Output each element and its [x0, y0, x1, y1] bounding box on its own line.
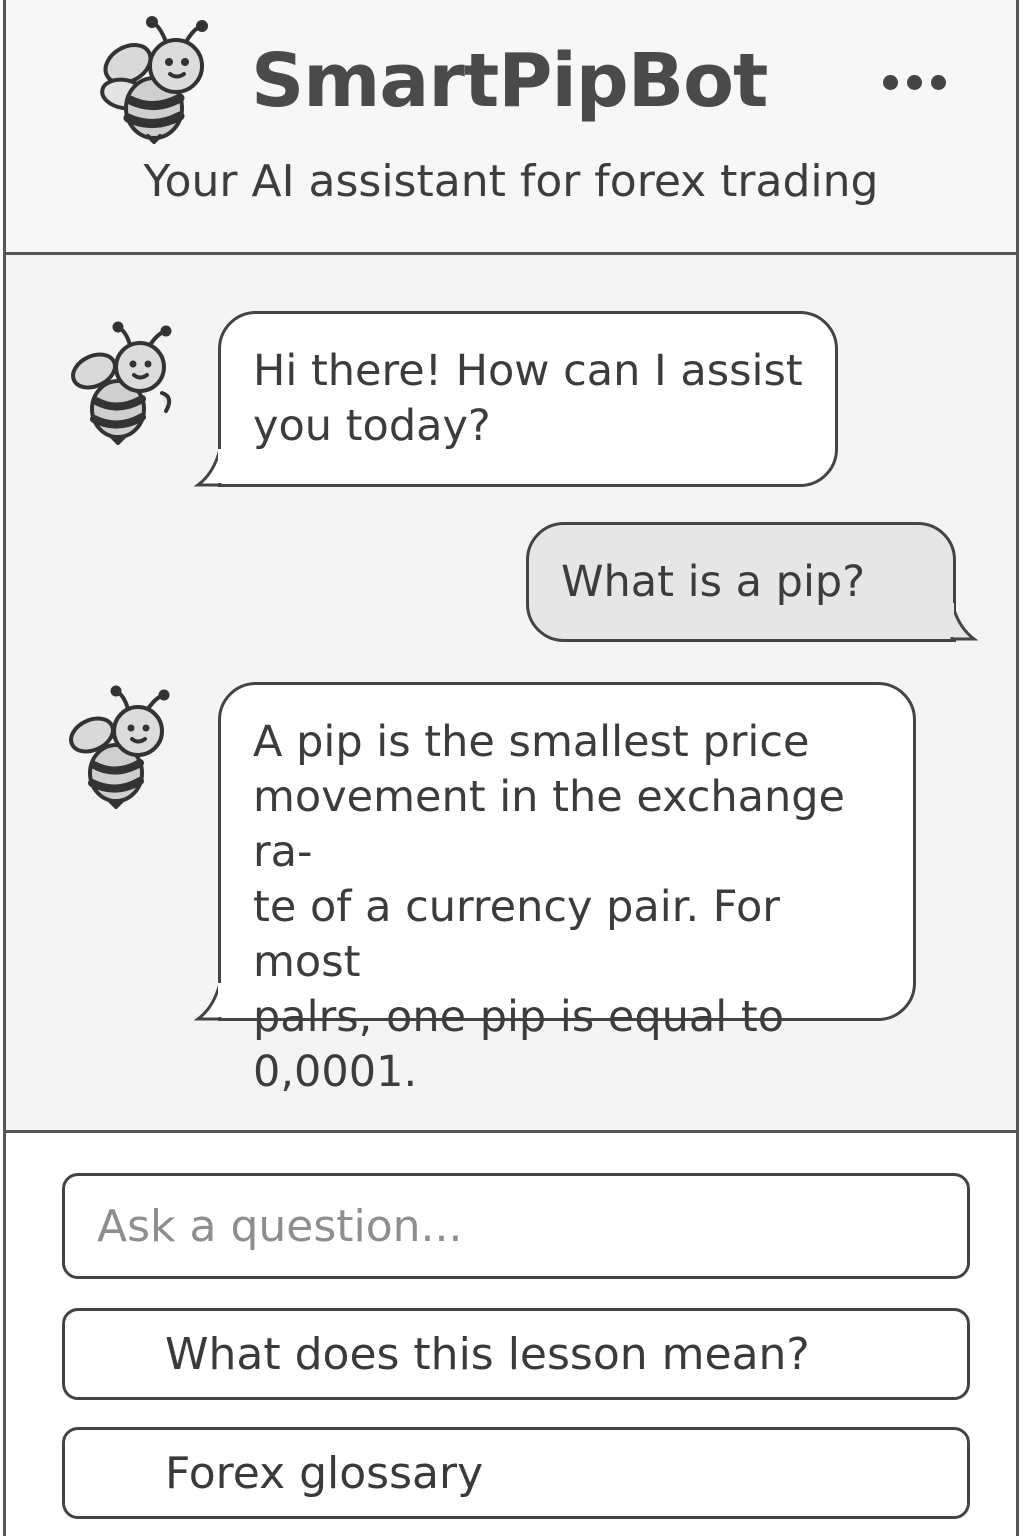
bot-message-bubble: A pip is the smallest price movement in …: [218, 682, 916, 1097]
bot-avatar-bee-icon: [69, 685, 170, 809]
user-message-text: What is a pip?: [561, 557, 866, 607]
suggestion-button-lesson-meaning[interactable]: What does this lesson mean?: [62, 1308, 970, 1400]
app-subtitle: Your AI assistant for forex trading: [143, 156, 879, 207]
more-horizontal-icon-dot: [906, 74, 922, 90]
bot-avatar-bee-icon: [71, 321, 172, 445]
bubble-tail: [194, 449, 224, 487]
user-message-bubble: What is a pip?: [526, 522, 956, 642]
bot-message-bubble: Hi there! How can I assist you today?: [218, 311, 838, 487]
composer-area: What does this lesson mean? Forex glossa…: [6, 1133, 1016, 1536]
suggestion-button-forex-glossary[interactable]: Forex glossary: [62, 1427, 970, 1519]
app-title: SmartPipBot: [251, 38, 768, 124]
bot-message-text: Hi there! How can I assist you today?: [253, 346, 803, 451]
more-horizontal-icon-dot: [930, 74, 946, 90]
chat-thread[interactable]: Hi there! How can I assist you today? Wh…: [6, 255, 1016, 1133]
bee-logo-icon: [100, 16, 208, 144]
question-input[interactable]: [62, 1173, 970, 1279]
app-frame: SmartPipBot Your AI assistant for forex …: [3, 0, 1019, 1536]
app-header: SmartPipBot Your AI assistant for forex …: [6, 0, 1016, 255]
more-options-button[interactable]: [876, 62, 952, 102]
more-horizontal-icon: [882, 74, 898, 90]
bubble-tail: [194, 983, 224, 1021]
bubble-tail: [948, 603, 978, 641]
bot-message-text: A pip is the smallest price movement in …: [253, 717, 845, 1097]
